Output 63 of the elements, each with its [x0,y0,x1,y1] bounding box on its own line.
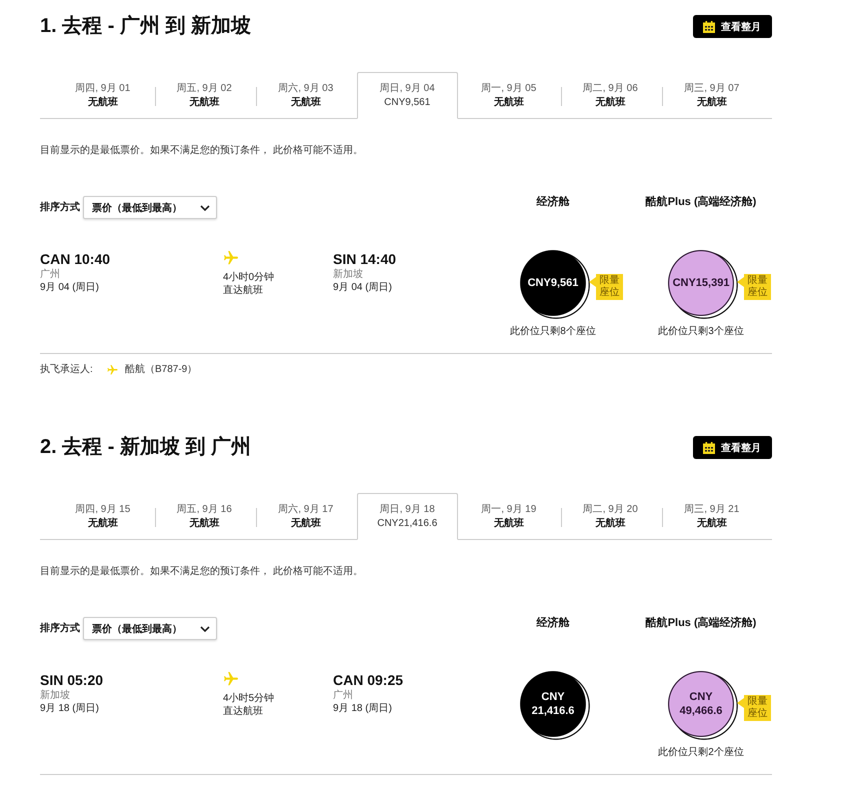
view-month-button[interactable]: 查看整月 [693,15,772,38]
airplane-icon [107,365,118,375]
departure-time: CAN 10:40 [40,250,112,268]
departure-date: 9月 04 (周日) [40,281,100,294]
sort-dropdown[interactable]: 票价（最低到最高） [83,196,217,219]
date-tab[interactable]: 周日, 9月 18 CNY21,416.6 [356,493,458,540]
date-tab[interactable]: 周一, 9月 19 无航班 [458,493,560,540]
fare-price-button[interactable]: CNY 21,416.6 [520,671,590,740]
arrival-date: 9月 18 (周日) [333,702,393,715]
fare-price-button[interactable]: CNY9,561 [520,250,590,319]
sort-label: 排序方式 [40,202,80,214]
calendar-icon [703,442,715,454]
date-tab[interactable]: 周四, 9月 01 无航班 [52,72,154,119]
airplane-icon [223,672,239,686]
date-tab[interactable]: 周六, 9月 03 无航班 [255,72,356,119]
flight-duration: 4小时5分钟 [223,692,276,705]
arrival-date: 9月 04 (周日) [333,281,393,294]
fare-class-heading: 经济舱 [535,617,570,630]
section-title: 1. 去程 - 广州 到 新加坡 [40,15,252,38]
section-title: 2. 去程 - 新加坡 到 广州 [40,436,252,459]
flight-type: 直达航班 [223,284,264,297]
seats-left-note: 此价位只剩3个座位 [657,326,745,338]
view-month-button[interactable]: 查看整月 [693,436,772,459]
fare-class-heading: 经济舱 [535,196,570,209]
departure-city: 广州 [40,268,61,281]
carrier-label: 执飞承运人: [40,364,94,376]
sort-dropdown[interactable]: 票价（最低到最高） [83,617,217,640]
date-tab[interactable]: 周二, 9月 06 无航班 [560,72,661,119]
date-tab[interactable]: 周五, 9月 02 无航班 [154,72,255,119]
arrival-city: 广州 [333,689,354,702]
date-tab[interactable]: 周三, 9月 21 无航班 [661,493,762,540]
date-tab[interactable]: 周三, 9月 07 无航班 [661,72,762,119]
seats-left-note: 此价位只剩8个座位 [509,326,597,338]
chevron-down-icon [200,204,210,210]
fare-price-button[interactable]: CNY15,391 [668,250,738,319]
fare-price-button[interactable]: CNY 49,466.6 [668,671,738,740]
limited-seats-badge: 限量座位 [589,274,623,300]
sort-label: 排序方式 [40,622,80,634]
date-tab[interactable]: 周二, 9月 20 无航班 [560,493,661,540]
date-tab[interactable]: 周日, 9月 04 CNY9,561 [356,72,458,119]
date-tab[interactable]: 周一, 9月 05 无航班 [458,72,560,119]
seats-left-note: 此价位只剩2个座位 [657,747,745,759]
date-tab[interactable]: 周六, 9月 17 无航班 [255,493,356,540]
price-notice: 目前显示的是最低票价。如果不满足您的预订条件， 此价格可能不适用。 [40,566,364,578]
departure-time: SIN 05:20 [40,671,104,689]
fare-class-heading: 酷航Plus (高端经济舱) [644,196,758,209]
arrival-city: 新加坡 [333,268,364,281]
carrier-name: 酷航（B787-9） [125,364,198,376]
date-tab[interactable]: 周四, 9月 15 无航班 [52,493,154,540]
arrival-time: CAN 09:25 [333,671,404,689]
arrival-time: SIN 14:40 [333,250,398,268]
flight-duration: 4小时0分钟 [223,271,276,284]
calendar-icon [703,20,715,32]
price-notice: 目前显示的是最低票价。如果不满足您的预订条件， 此价格可能不适用。 [40,145,364,157]
departure-city: 新加坡 [40,689,71,702]
departure-date: 9月 18 (周日) [40,702,100,715]
airplane-icon [223,251,239,265]
date-tab[interactable]: 周五, 9月 16 无航班 [154,493,255,540]
fare-class-heading: 酷航Plus (高端经济舱) [644,617,758,630]
limited-seats-badge: 限量座位 [737,695,771,721]
limited-seats-badge: 限量座位 [737,274,771,300]
chevron-down-icon [200,626,210,632]
flight-type: 直达航班 [223,705,264,718]
